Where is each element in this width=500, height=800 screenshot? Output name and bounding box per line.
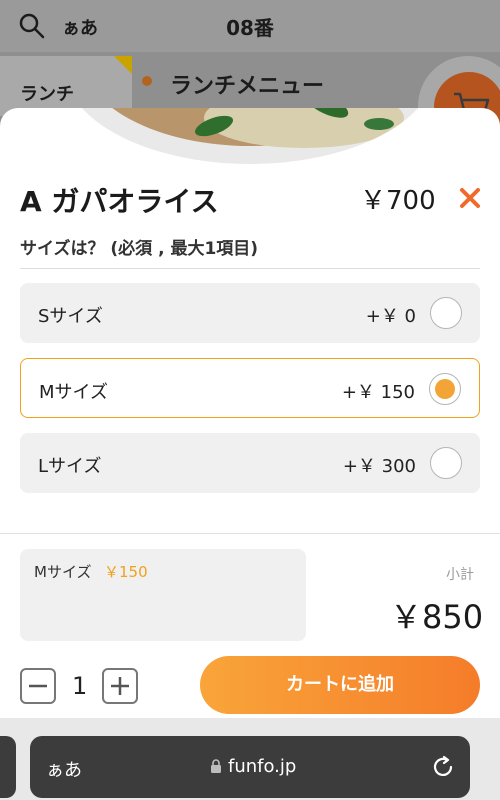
subtotal-value: ￥850	[390, 598, 484, 636]
food-image	[64, 108, 436, 164]
option-price: +￥ 0	[365, 306, 416, 327]
radio-button[interactable]	[429, 373, 461, 405]
radio-selected-dot	[435, 379, 455, 399]
url-text[interactable]: funfo.jp	[228, 756, 296, 777]
option-label: Mサイズ	[39, 382, 108, 403]
option-size-l[interactable]: Lサイズ +￥ 300	[20, 433, 480, 493]
option-price: +￥ 150	[341, 382, 415, 403]
item-name: A ガパオライス	[20, 185, 219, 218]
category-label[interactable]: ランチ	[20, 80, 74, 106]
item-detail-sheet: A ガパオライス ￥700 サイズは？ (必須 , 最大1項目) Sサイズ +￥…	[0, 108, 500, 800]
category-marker	[114, 56, 132, 74]
close-icon[interactable]	[458, 186, 482, 210]
summary-option-price: ￥150	[104, 563, 148, 581]
minus-icon	[29, 684, 47, 688]
previous-tab-preview[interactable]	[0, 736, 16, 798]
option-price: +￥ 300	[342, 456, 416, 477]
text-size-button[interactable]: ぁあ	[46, 756, 82, 782]
radio-button[interactable]	[430, 447, 462, 479]
divider	[0, 533, 500, 534]
option-label: Sサイズ	[38, 306, 103, 327]
option-label: Lサイズ	[38, 456, 102, 477]
add-to-cart-button[interactable]: カートに追加	[200, 656, 480, 714]
menu-section-title: ランチメニュー	[170, 74, 325, 99]
quantity-value: 1	[72, 672, 88, 700]
table-number: 08番	[226, 16, 274, 40]
menu-bullet	[142, 76, 152, 86]
quantity-increase-button[interactable]	[102, 668, 138, 704]
quantity-decrease-button[interactable]	[20, 668, 56, 704]
lock-icon	[211, 759, 221, 773]
option-size-m[interactable]: Mサイズ +￥ 150	[20, 358, 480, 418]
radio-button[interactable]	[430, 297, 462, 329]
subtotal-label: 小計	[446, 567, 474, 583]
selection-summary: Mサイズ ￥150	[20, 549, 306, 641]
food-image-leaf	[364, 118, 394, 130]
divider	[20, 268, 480, 269]
item-price: ￥700	[360, 186, 436, 216]
plus-icon	[111, 677, 129, 695]
reload-icon[interactable]	[430, 754, 456, 780]
summary-option-label: Mサイズ	[34, 563, 92, 581]
option-size-s[interactable]: Sサイズ +￥ 0	[20, 283, 480, 343]
option-question: サイズは？ (必須 , 最大1項目)	[20, 239, 259, 259]
address-bar[interactable]: ぁあ funfo.jp	[30, 736, 470, 798]
